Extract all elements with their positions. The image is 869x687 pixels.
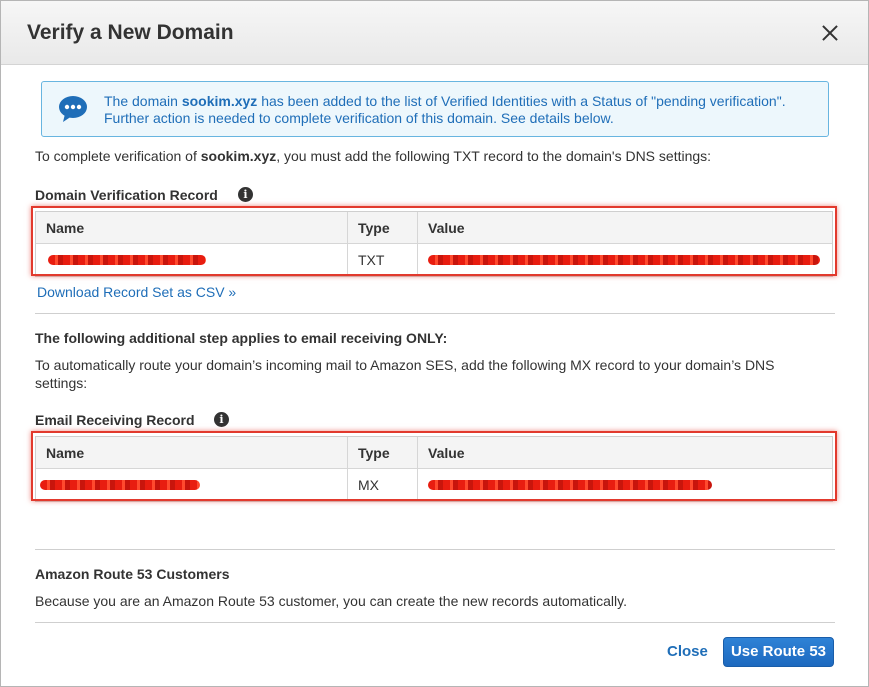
route53-heading: Amazon Route 53 Customers: [35, 566, 230, 582]
email-record-label: Email Receiving Record: [35, 412, 195, 428]
domain-record-table: Name Type Value TXT: [35, 211, 833, 277]
info-banner: The domain sookim.xyz has been added to …: [41, 81, 829, 137]
redaction-mark: [428, 255, 820, 265]
redaction-mark: [40, 480, 200, 490]
route53-description: Because you are an Amazon Route 53 custo…: [35, 593, 627, 609]
intro-text: To complete verification of sookim.xyz, …: [35, 147, 711, 165]
record-value-cell: [418, 469, 832, 501]
column-name: Name: [36, 437, 348, 468]
column-type: Type: [348, 212, 418, 243]
info-domain: sookim.xyz: [181, 93, 258, 109]
close-button[interactable]: Close: [667, 643, 708, 660]
column-value: Value: [428, 445, 465, 461]
chat-bubble-icon: [59, 96, 87, 122]
record-value-cell: [418, 244, 832, 276]
dialog-title: Verify a New Domain: [27, 21, 234, 44]
table-row: TXT: [36, 244, 832, 276]
record-type: TXT: [348, 244, 418, 276]
verify-domain-dialog: Verify a New Domain The domain sookim.xy…: [0, 0, 869, 687]
record-name-cell: [36, 469, 348, 501]
divider: [35, 549, 835, 550]
redaction-mark: [428, 480, 712, 490]
info-icon[interactable]: i: [214, 412, 229, 427]
intro-suffix: , you must add the following TXT record …: [276, 148, 712, 164]
info-message: The domain sookim.xyz has been added to …: [104, 93, 819, 127]
info-text-prefix: The domain: [104, 93, 182, 109]
intro-prefix: To complete verification of: [35, 148, 201, 164]
column-name: Name: [36, 212, 348, 243]
domain-record-label: Domain Verification Record: [35, 187, 218, 203]
download-csv-link[interactable]: Download Record Set as CSV »: [37, 284, 236, 300]
column-value: Value: [428, 220, 465, 236]
email-heading: The following additional step applies to…: [35, 330, 448, 346]
record-type: MX: [348, 469, 418, 501]
divider: [35, 313, 835, 314]
record-name-cell: [36, 244, 348, 276]
dialog-header: Verify a New Domain: [1, 1, 868, 65]
email-description: To automatically route your domain’s inc…: [35, 357, 775, 391]
table-header-row: Name Type Value: [36, 212, 832, 244]
column-type: Type: [348, 437, 418, 468]
intro-domain: sookim.xyz: [200, 148, 277, 164]
redaction-mark: [48, 255, 206, 265]
email-record-table: Name Type Value MX: [35, 436, 833, 502]
divider: [35, 622, 835, 623]
use-route53-button[interactable]: Use Route 53: [723, 637, 834, 667]
table-row: MX: [36, 469, 832, 501]
close-icon[interactable]: [820, 23, 840, 43]
table-header-row: Name Type Value: [36, 437, 832, 469]
info-icon[interactable]: i: [238, 187, 253, 202]
